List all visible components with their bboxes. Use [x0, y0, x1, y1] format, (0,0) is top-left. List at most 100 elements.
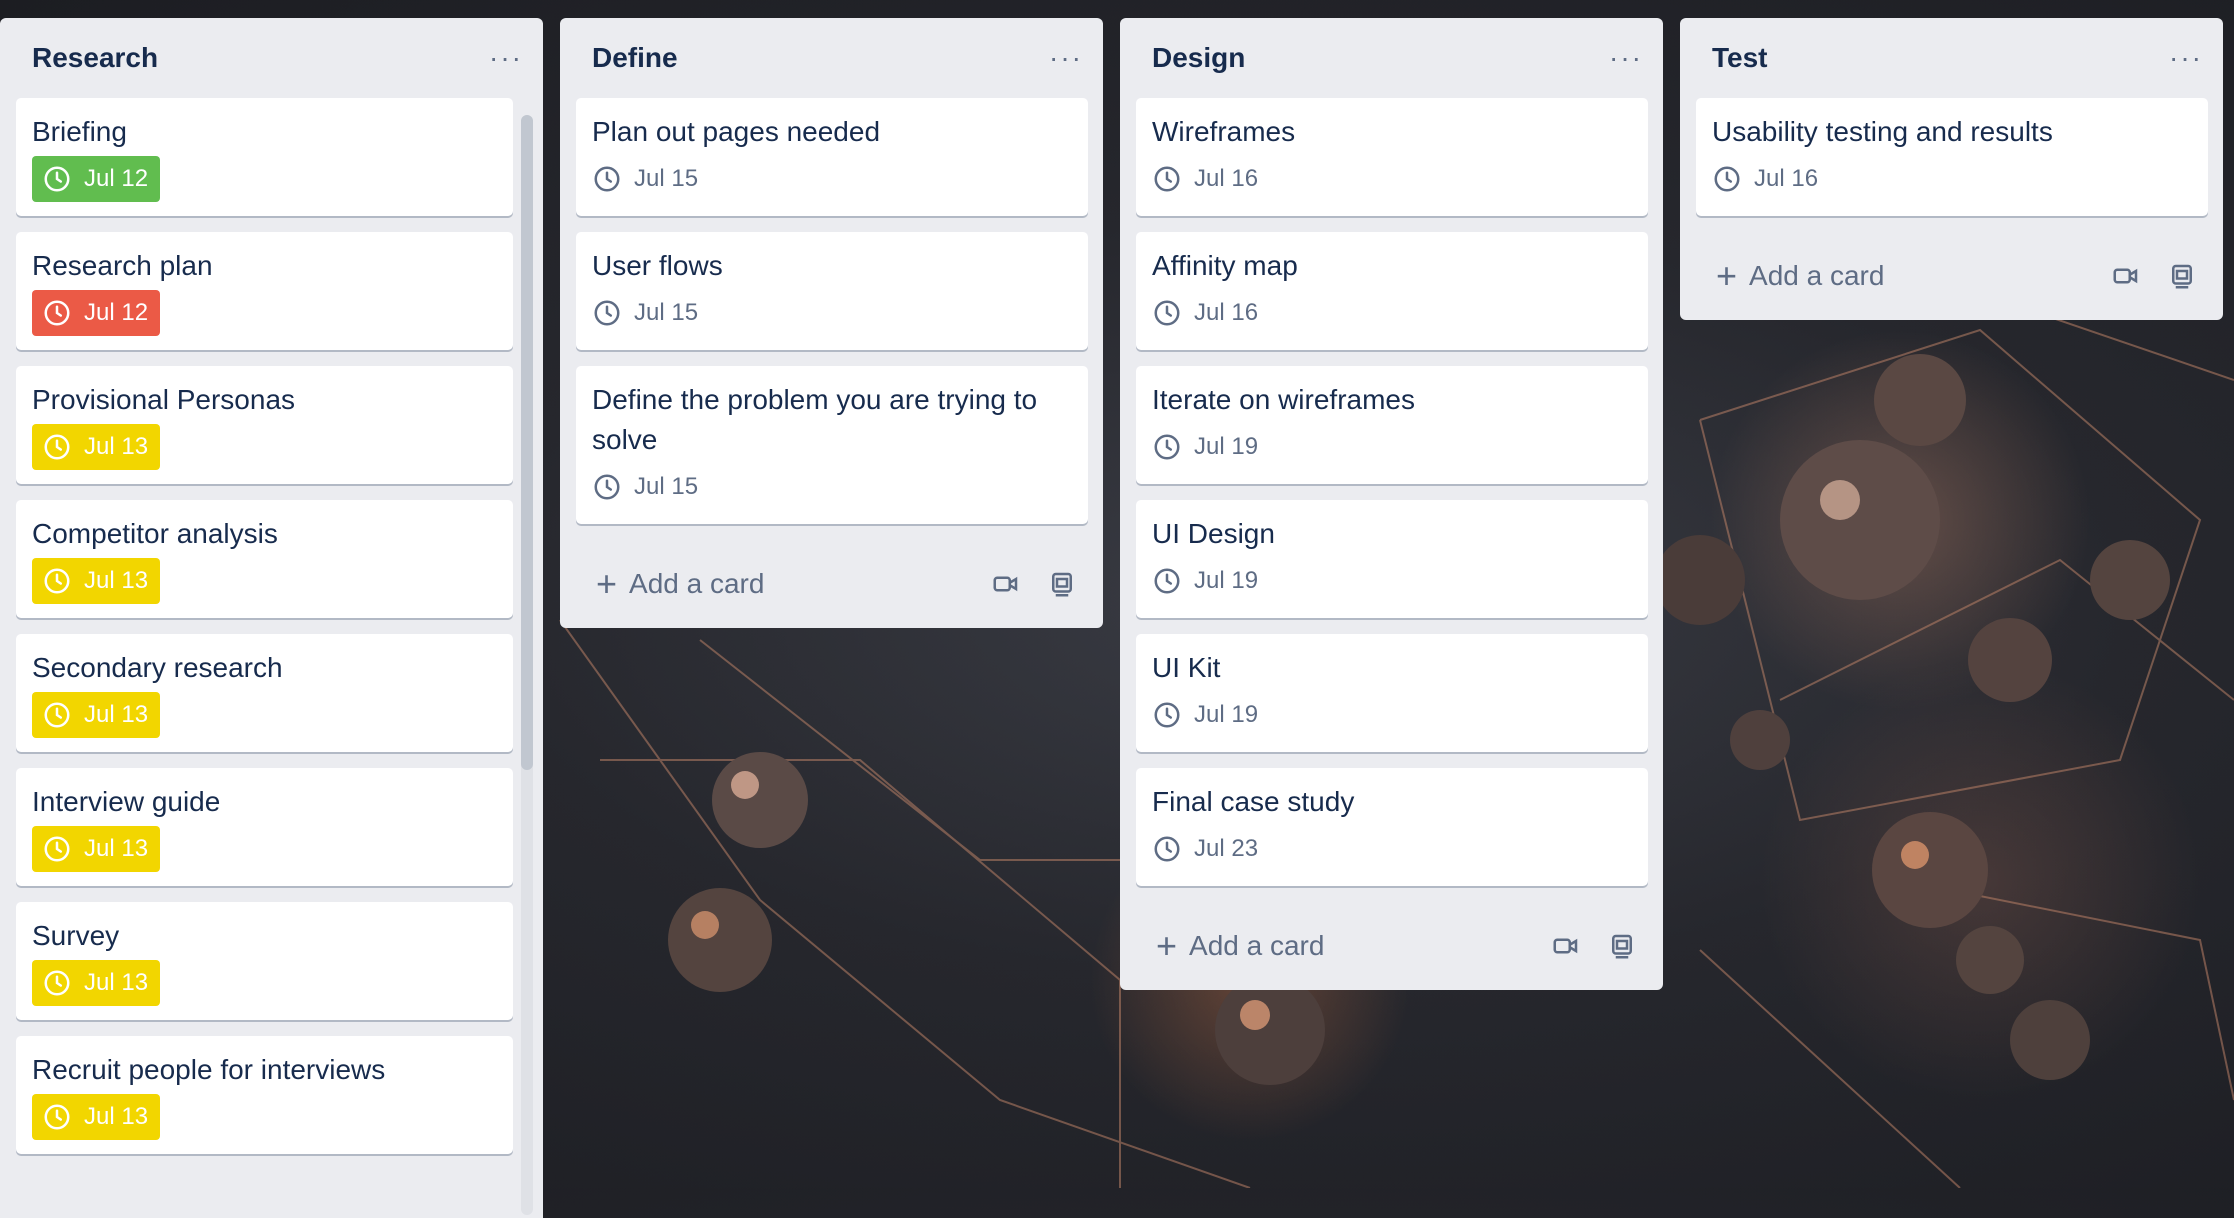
list-title: Define: [592, 42, 678, 73]
list-scrollbar[interactable]: [521, 115, 533, 1215]
clock-icon: [44, 300, 70, 326]
due-date-badge[interactable]: Jul 19: [1152, 692, 1258, 738]
due-date-text: Jul 19: [1194, 567, 1259, 594]
card-final-case-study[interactable]: Final case study Jul 23: [1136, 768, 1648, 886]
video-icon[interactable]: [1551, 931, 1581, 961]
card-ui-kit[interactable]: UI Kit Jul 19: [1136, 634, 1648, 752]
list-header: Test ···: [1696, 18, 2207, 98]
add-card-label: Add a card: [629, 568, 765, 599]
card-title: Usability testing and results: [1712, 116, 2053, 147]
due-date-badge[interactable]: Jul 12: [32, 290, 161, 336]
due-date-badge[interactable]: Jul 13: [32, 424, 161, 470]
card-briefing[interactable]: Briefing Jul 12: [16, 98, 513, 216]
card-recruit-people[interactable]: Recruit people for interviews Jul 13: [16, 1036, 513, 1154]
clock-icon: [44, 166, 70, 192]
due-date-text: Jul 12: [84, 165, 149, 192]
clock-icon: [44, 434, 70, 460]
due-date-text: Jul 13: [84, 835, 149, 862]
card-interview-guide[interactable]: Interview guide Jul 13: [16, 768, 513, 886]
due-date-badge[interactable]: Jul 15: [592, 464, 698, 510]
card-title: UI Kit: [1152, 652, 1221, 683]
template-icon[interactable]: [2167, 261, 2197, 291]
due-date-text: Jul 16: [1194, 165, 1259, 192]
list-menu-button[interactable]: ···: [2169, 44, 2207, 72]
scrollbar-thumb[interactable]: [521, 115, 533, 770]
list-menu-button[interactable]: ···: [1049, 44, 1087, 72]
card-define-problem[interactable]: Define the problem you are trying to sol…: [576, 366, 1088, 524]
due-date-badge[interactable]: Jul 16: [1152, 156, 1258, 202]
list-title: Research: [32, 42, 159, 73]
due-date-text: Jul 16: [1754, 165, 1819, 192]
list-header: Research ···: [16, 18, 527, 98]
add-card-row: + Add a card: [1696, 232, 2207, 320]
card-title: Provisional Personas: [32, 384, 296, 415]
card-research-plan[interactable]: Research plan Jul 12: [16, 232, 513, 350]
add-card-button[interactable]: + Add a card: [1716, 258, 1884, 294]
due-date-text: Jul 16: [1194, 299, 1259, 326]
list-research: Research ··· Briefing Jul 12 Research pl…: [0, 18, 543, 1218]
clock-icon: [44, 702, 70, 728]
due-date-badge[interactable]: Jul 19: [1152, 558, 1258, 604]
due-date-badge[interactable]: Jul 19: [1152, 424, 1258, 470]
due-date-badge[interactable]: Jul 12: [32, 156, 161, 202]
clock-icon: [1154, 702, 1180, 728]
add-card-button[interactable]: + Add a card: [1156, 928, 1324, 964]
card-competitor-analysis[interactable]: Competitor analysis Jul 13: [16, 500, 513, 618]
clock-icon: [594, 474, 620, 500]
due-date-text: Jul 15: [634, 299, 699, 326]
list-define: Define ··· Plan out pages needed Jul 15 …: [560, 18, 1103, 628]
card-plan-out-pages[interactable]: Plan out pages needed Jul 15: [576, 98, 1088, 216]
card-title: Wireframes: [1152, 116, 1296, 147]
due-date-badge[interactable]: Jul 16: [1152, 290, 1258, 336]
list-menu-button[interactable]: ···: [1609, 44, 1647, 72]
add-card-button[interactable]: + Add a card: [596, 566, 764, 602]
add-card-row: + Add a card: [576, 540, 1087, 628]
card-usability-testing[interactable]: Usability testing and results Jul 16: [1696, 98, 2208, 216]
due-date-text: Jul 13: [84, 969, 149, 996]
list-header: Design ···: [1136, 18, 1647, 98]
card-affinity-map[interactable]: Affinity map Jul 16: [1136, 232, 1648, 350]
list-menu-button[interactable]: ···: [489, 44, 527, 72]
due-date-text: Jul 12: [84, 299, 149, 326]
card-title: Iterate on wireframes: [1152, 384, 1415, 415]
due-date-badge[interactable]: Jul 13: [32, 1094, 161, 1140]
card-survey[interactable]: Survey Jul 13: [16, 902, 513, 1020]
card-title: Secondary research: [32, 652, 283, 683]
video-icon[interactable]: [2111, 261, 2141, 291]
card-title: Plan out pages needed: [592, 116, 881, 147]
card-title: UI Design: [1152, 518, 1275, 549]
list-test: Test ··· Usability testing and results J…: [1680, 18, 2223, 320]
card-provisional-personas[interactable]: Provisional Personas Jul 13: [16, 366, 513, 484]
card-iterate-wireframes[interactable]: Iterate on wireframes Jul 19: [1136, 366, 1648, 484]
clock-icon: [1154, 434, 1180, 460]
due-date-badge[interactable]: Jul 23: [1152, 826, 1258, 872]
due-date-text: Jul 13: [84, 701, 149, 728]
template-icon[interactable]: [1607, 931, 1637, 961]
card-title: Final case study: [1152, 786, 1355, 817]
video-icon[interactable]: [991, 569, 1021, 599]
due-date-badge[interactable]: Jul 15: [592, 290, 698, 336]
due-date-badge[interactable]: Jul 15: [592, 156, 698, 202]
card-title: Define the problem you are trying to sol…: [592, 384, 1038, 455]
card-ui-design[interactable]: UI Design Jul 19: [1136, 500, 1648, 618]
due-date-text: Jul 13: [84, 1103, 149, 1130]
due-date-badge[interactable]: Jul 13: [32, 558, 161, 604]
card-user-flows[interactable]: User flows Jul 15: [576, 232, 1088, 350]
clock-icon: [1154, 836, 1180, 862]
list-title: Design: [1152, 42, 1246, 73]
due-date-badge[interactable]: Jul 13: [32, 826, 161, 872]
card-wireframes[interactable]: Wireframes Jul 16: [1136, 98, 1648, 216]
due-date-badge[interactable]: Jul 16: [1712, 156, 1818, 202]
due-date-badge[interactable]: Jul 13: [32, 692, 161, 738]
add-card-label: Add a card: [1189, 930, 1325, 961]
due-date-text: Jul 15: [634, 165, 699, 192]
template-icon[interactable]: [1047, 569, 1077, 599]
plus-icon: +: [596, 563, 618, 604]
card-title: Survey: [32, 920, 120, 951]
card-title: Affinity map: [1152, 250, 1298, 281]
plus-icon: +: [1716, 255, 1738, 296]
list-design: Design ··· Wireframes Jul 16 Affinity ma…: [1120, 18, 1663, 990]
due-date-text: Jul 19: [1194, 433, 1259, 460]
due-date-badge[interactable]: Jul 13: [32, 960, 161, 1006]
card-secondary-research[interactable]: Secondary research Jul 13: [16, 634, 513, 752]
